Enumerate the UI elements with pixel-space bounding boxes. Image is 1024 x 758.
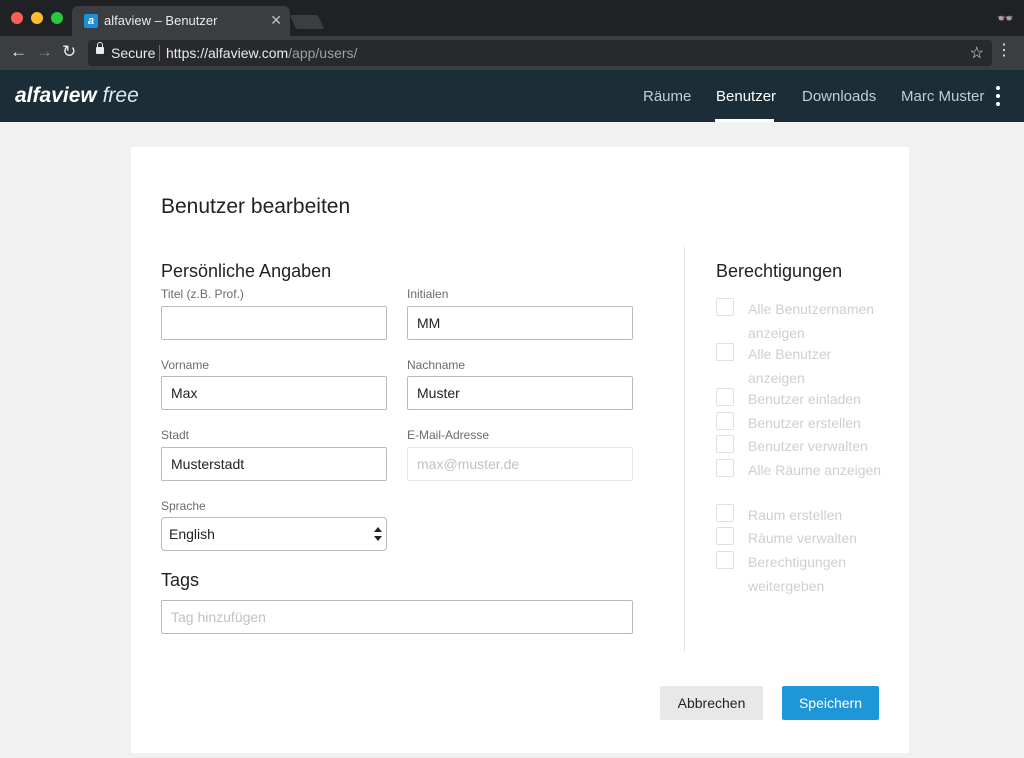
initialen-label: Initialen [407, 287, 449, 301]
alfaview-favicon-icon: a [84, 14, 98, 28]
titel-label: Titel (z.B. Prof.) [161, 287, 244, 301]
vorname-label: Vorname [161, 358, 210, 372]
active-nav-indicator [715, 119, 774, 122]
browser-toolbar: ← → ↻ Secure https://alfaview.com/app/us… [0, 36, 1024, 70]
permission-checkbox[interactable] [716, 412, 734, 430]
permission-label: Raum erstellen [748, 507, 843, 523]
browser-tab[interactable]: a alfaview – Benutzer ✕ [72, 6, 290, 36]
sprache-label: Sprache [161, 499, 206, 513]
tags-input[interactable] [161, 600, 633, 634]
permission-checkbox[interactable] [716, 551, 734, 569]
address-separator [159, 45, 160, 61]
url-text[interactable]: https://alfaview.com/app/users/ [166, 45, 357, 61]
zoom-window-button[interactable] [51, 12, 63, 24]
close-window-button[interactable] [11, 12, 23, 24]
tab-title: alfaview – Benutzer [104, 13, 218, 28]
language-select[interactable]: English [161, 517, 387, 551]
edit-user-card: Benutzer bearbeiten Persönliche Angaben … [131, 147, 909, 753]
select-arrows-icon [374, 527, 382, 543]
minimize-window-button[interactable] [31, 12, 43, 24]
permission-label: Benutzer verwalten [748, 438, 868, 454]
lock-icon [96, 42, 104, 54]
permission-label: Berechtigungen weitergeben [748, 554, 847, 594]
permission-label: Benutzer einladen [748, 391, 861, 407]
nav-item-benutzer[interactable]: Benutzer [716, 88, 776, 105]
permission-checkbox[interactable] [716, 388, 734, 406]
forward-arrow-icon[interactable]: → [36, 43, 53, 61]
url-host: https://alfaview.com [166, 45, 289, 61]
nav-item-downloads[interactable]: Downloads [802, 88, 876, 105]
alfaview-logo[interactable]: alfaview free [15, 84, 139, 108]
permission-checkbox[interactable] [716, 343, 734, 361]
permission-label: Benutzer erstellen [748, 415, 861, 431]
permissions-heading: Berechtigungen [716, 261, 843, 281]
logo-light: free [102, 84, 139, 107]
stadt-label: Stadt [161, 428, 190, 442]
vorname-input[interactable] [161, 376, 387, 410]
page-title: Benutzer bearbeiten [161, 195, 351, 218]
permission-checkbox[interactable] [716, 527, 734, 545]
email-label: E-Mail-Adresse [407, 428, 490, 442]
nachname-label: Nachname [407, 358, 466, 372]
reload-icon[interactable]: ↻ [62, 43, 76, 61]
section-divider [684, 247, 685, 652]
app-header: alfaview free Räume Benutzer Downloads M… [0, 70, 1024, 122]
security-label: Secure [111, 45, 156, 61]
nachname-input[interactable] [407, 376, 633, 410]
permission-checkbox[interactable] [716, 459, 734, 477]
new-tab-button[interactable] [289, 15, 325, 29]
permission-label: Alle Benutzernamen anzeigen [748, 301, 875, 341]
url-path: /app/users/ [288, 45, 358, 61]
initialen-input[interactable] [407, 306, 633, 340]
back-arrow-icon[interactable]: ← [10, 43, 27, 61]
logo-bold: alfaview [15, 84, 97, 107]
browser-tab-bar: a alfaview – Benutzer ✕ 👓 [0, 0, 1024, 36]
tab-close-icon[interactable]: ✕ [270, 12, 282, 29]
permission-checkbox[interactable] [716, 435, 734, 453]
language-select-value: English [169, 526, 215, 542]
nav-item-user-account[interactable]: Marc Muster [901, 88, 984, 105]
stadt-input[interactable] [161, 447, 387, 481]
browser-menu-icon[interactable]: ⋮ [996, 42, 1012, 60]
permission-label: Räume verwalten [748, 530, 857, 546]
address-bar[interactable]: Secure https://alfaview.com/app/users/ ☆ [88, 40, 992, 66]
permission-label: Alle Benutzer anzeigen [748, 346, 832, 386]
save-button[interactable]: Speichern [782, 686, 879, 720]
more-options-icon[interactable] [996, 86, 1000, 106]
titel-input[interactable] [161, 306, 387, 340]
tags-heading: Tags [161, 570, 200, 590]
cancel-button[interactable]: Abbrechen [660, 686, 763, 720]
incognito-icon: 👓 [996, 10, 1014, 26]
bookmark-star-icon[interactable]: ☆ [970, 43, 984, 63]
permission-checkbox[interactable] [716, 298, 734, 316]
permission-checkbox[interactable] [716, 504, 734, 522]
email-input[interactable] [407, 447, 633, 481]
permission-label: Alle Räume anzeigen [748, 462, 882, 478]
nav-item-raeume[interactable]: Räume [643, 88, 691, 105]
personal-info-heading: Persönliche Angaben [161, 261, 332, 281]
